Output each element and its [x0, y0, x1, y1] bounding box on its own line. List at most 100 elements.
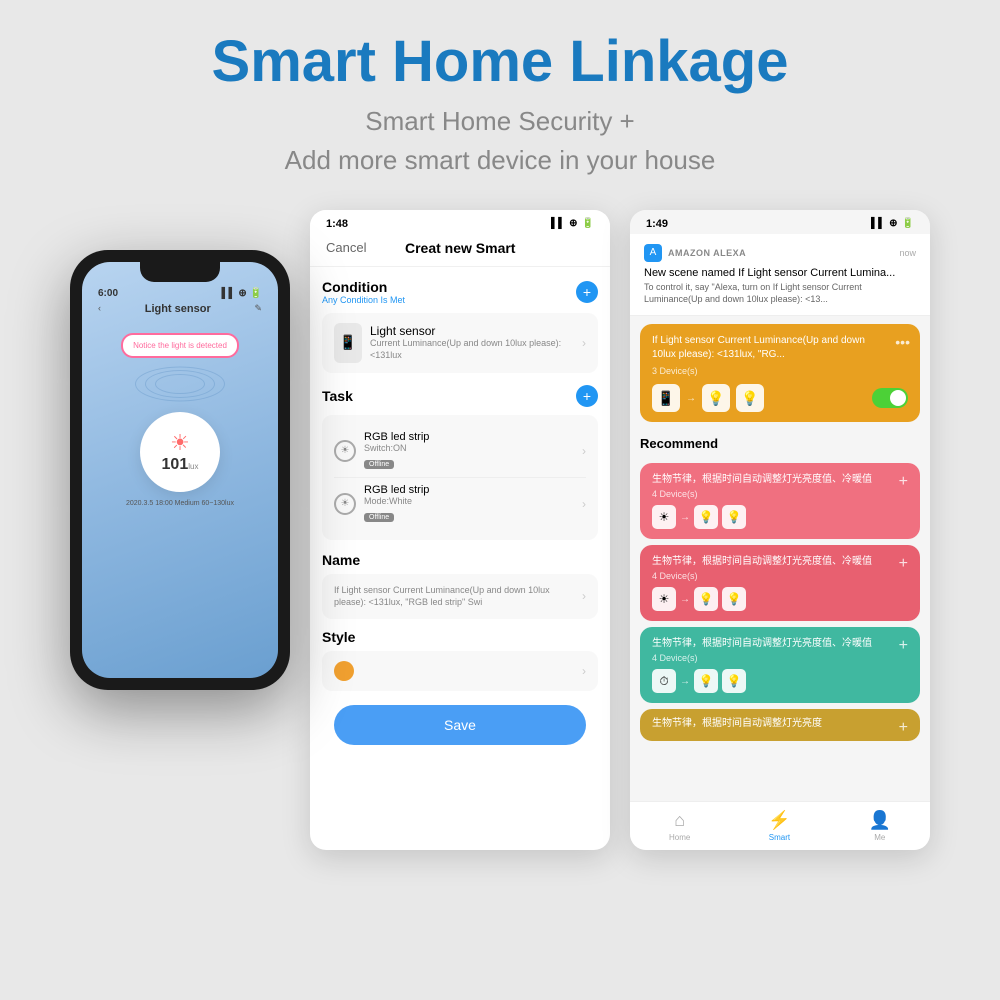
dots-menu-icon[interactable]: •••	[895, 334, 910, 350]
task-title: Task	[322, 388, 353, 404]
notif-time: now	[899, 248, 916, 258]
battery-icon: 🔋	[582, 218, 594, 229]
phone-footer: 2020.3.5 18:00 Medium 60~130lux	[94, 500, 266, 507]
task2-text: RGB led strip Mode:White Offline	[364, 484, 574, 524]
phone-nav-bar: ‹ Light sensor ✎	[82, 299, 278, 323]
notif-body: To control it, say "Alexa, turn on If Li…	[644, 282, 916, 305]
back-icon[interactable]: ‹	[98, 303, 101, 319]
task2-badge: Offline	[364, 513, 394, 522]
condition-card: 📱 Light sensor Current Luminance(Up and …	[322, 313, 598, 373]
alexa-icon: A	[644, 244, 662, 262]
rec-card-title-3: 生物节律，根据时间自动调整灯光亮度值、冷暖值	[652, 637, 908, 651]
smart-icon: ⚡	[768, 810, 790, 831]
rec-dev-icon: 💡	[694, 587, 718, 611]
condition-header: Condition Any Condition Is Met +	[322, 279, 598, 305]
screen-title: Creat new Smart	[405, 240, 515, 256]
rec-dev-icon: ☀	[652, 505, 676, 529]
cancel-button[interactable]: Cancel	[326, 240, 366, 255]
screen-title: Light sensor	[145, 303, 211, 315]
rec-dev-icon: ☀	[652, 587, 676, 611]
chevron-icon: ›	[582, 664, 586, 678]
rec-dev-icon: 💡	[694, 505, 718, 529]
middle-nav: Cancel Creat new Smart	[310, 234, 610, 267]
app-body: Condition Any Condition Is Met + 📱 Light…	[310, 267, 610, 817]
nav-home[interactable]: ⌂ Home	[669, 810, 690, 842]
name-value: If Light sensor Current Luminance(Up and…	[334, 584, 576, 609]
condition-item[interactable]: 📱 Light sensor Current Luminance(Up and …	[334, 323, 586, 363]
add-icon[interactable]: +	[899, 637, 908, 655]
page-header: Smart Home Linkage Smart Home Security +…	[0, 0, 1000, 200]
middle-time: 1:48	[326, 218, 348, 230]
phone-signal-icons: ▌▌ ⊕ 🔋	[221, 288, 262, 299]
rec-dev-icon: 💡	[694, 669, 718, 693]
add-icon[interactable]: +	[899, 473, 908, 491]
phone-notch	[140, 262, 220, 282]
style-color-dot	[334, 661, 354, 681]
nav-smart[interactable]: ⚡ Smart	[768, 810, 790, 842]
right-status-bar: 1:49 ▌▌ ⊕ 🔋	[630, 210, 930, 234]
chevron-icon: ›	[582, 444, 586, 458]
lux-value: 101	[162, 456, 189, 473]
rec-dev-icon: 💡	[722, 587, 746, 611]
name-label: Name	[322, 552, 598, 568]
chevron-icon: ›	[582, 336, 586, 350]
sun-icon: ☀	[170, 430, 190, 456]
rec-card-title-1: 生物节律，根据时间自动调整灯光亮度值、冷暖值	[652, 473, 908, 487]
style-section: Style ›	[322, 629, 598, 691]
phone-time: 6:00	[98, 288, 118, 299]
task1-badge: Offline	[364, 460, 394, 469]
arrow-icon: →	[680, 676, 690, 687]
lux-unit: lux	[188, 462, 198, 471]
signal-icon: ▌▌	[871, 218, 885, 229]
subtitle-line1: Smart Home Security +	[365, 106, 634, 136]
arrow-icon: →	[686, 393, 696, 404]
subtitle-line2: Add more smart device in your house	[285, 145, 716, 175]
wifi-icon: ⊕	[569, 218, 577, 229]
task2-name: RGB led strip	[364, 484, 574, 496]
light-sensor-icon: 📱	[334, 323, 362, 363]
save-button[interactable]: Save	[334, 705, 586, 745]
device-icon-1: 📱	[652, 384, 680, 412]
name-section: Name If Light sensor Current Luminance(U…	[322, 552, 598, 619]
rec-devices-1: ☀ → 💡 💡	[652, 505, 908, 529]
add-icon[interactable]: +	[899, 719, 908, 737]
add-condition-button[interactable]: +	[576, 281, 598, 303]
style-row[interactable]: ›	[322, 651, 598, 691]
edit-icon[interactable]: ✎	[254, 303, 262, 319]
rec-devices-2: ☀ → 💡 💡	[652, 587, 908, 611]
rec-device-count-1: 4 Device(s)	[652, 489, 908, 499]
nav-home-label: Home	[669, 833, 690, 842]
name-row[interactable]: If Light sensor Current Luminance(Up and…	[322, 574, 598, 619]
nav-me[interactable]: 👤 Me	[869, 810, 891, 842]
scene-toggle[interactable]	[872, 388, 908, 408]
recommend-card-2[interactable]: + 生物节律，根据时间自动调整灯光亮度值、冷暖值 4 Device(s) ☀ →…	[640, 545, 920, 621]
add-icon[interactable]: +	[899, 555, 908, 573]
rec-device-count-2: 4 Device(s)	[652, 571, 908, 581]
wifi-icon: ⊕	[889, 218, 897, 229]
bottom-nav: ⌂ Home ⚡ Smart 👤 Me	[630, 801, 930, 850]
task-item-1[interactable]: ☀ RGB led strip Switch:ON Offline ›	[334, 425, 586, 478]
add-task-button[interactable]: +	[576, 385, 598, 407]
recommend-card-1[interactable]: + 生物节律，根据时间自动调整灯光亮度值、冷暖值 4 Device(s) ☀ →…	[640, 463, 920, 539]
subtitle: Smart Home Security + Add more smart dev…	[20, 102, 980, 180]
active-scene-card[interactable]: ••• If Light sensor Current Luminance(Up…	[640, 324, 920, 422]
task-header: Task +	[322, 385, 598, 407]
middle-status-icons: ▌▌ ⊕ 🔋	[551, 218, 594, 230]
battery-icon: 🔋	[902, 218, 914, 229]
rec-device-count-3: 4 Device(s)	[652, 653, 908, 663]
lux-circle: ☀ 101lux	[140, 412, 220, 492]
notif-source: AMAZON ALEXA	[668, 248, 893, 258]
toggle-knob	[890, 390, 906, 406]
condition-text: Light sensor Current Luminance(Up and do…	[370, 324, 574, 361]
device-icon-2: 💡	[702, 384, 730, 412]
middle-app-screen: 1:48 ▌▌ ⊕ 🔋 Cancel Creat new Smart Condi…	[310, 210, 610, 850]
phone-mockup: 6:00 ▌▌ ⊕ 🔋 ‹ Light sensor ✎ Notice the …	[70, 250, 290, 690]
signal-icon: ▌▌	[551, 218, 565, 229]
notif-header: A AMAZON ALEXA now	[644, 244, 916, 262]
chevron-icon: ›	[582, 589, 586, 603]
recommend-card-4[interactable]: + 生物节律，根据时间自动调整灯光亮度	[640, 709, 920, 741]
rec-devices-3: ⏱ → 💡 💡	[652, 669, 908, 693]
task-item-2[interactable]: ☀ RGB led strip Mode:White Offline ›	[334, 478, 586, 530]
rec-card-title-4: 生物节律，根据时间自动调整灯光亮度	[652, 717, 908, 731]
recommend-card-3[interactable]: + 生物节律，根据时间自动调整灯光亮度值、冷暖值 4 Device(s) ⏱ →…	[640, 627, 920, 703]
